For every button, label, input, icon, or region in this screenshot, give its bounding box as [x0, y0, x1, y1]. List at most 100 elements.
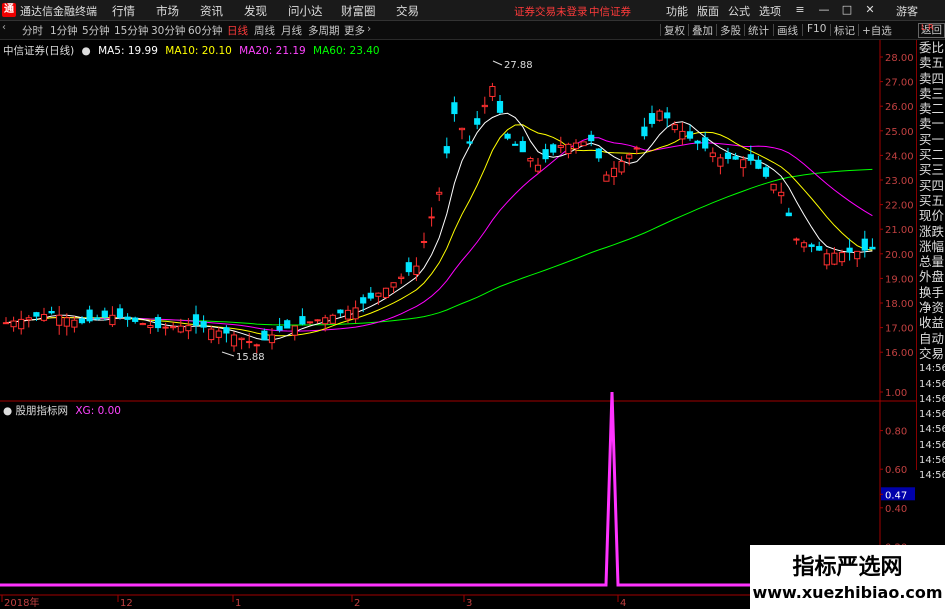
sidebar-item[interactable]: 卖四: [917, 71, 945, 86]
menu-item-market[interactable]: 市场: [156, 3, 179, 19]
price-tick-label: 18.00: [885, 299, 914, 310]
menu-item-wealth[interactable]: 财富圈: [341, 3, 376, 19]
sidebar-item[interactable]: 涨跌: [917, 224, 945, 239]
sidebar-item[interactable]: 现价: [917, 208, 945, 223]
sidebar-item[interactable]: 买五: [917, 193, 945, 208]
menu-item-trade[interactable]: 交易: [396, 3, 419, 19]
chevron-left-icon[interactable]: ‹: [2, 22, 6, 33]
period-tab-daily[interactable]: 日线: [227, 23, 248, 38]
candle-body: [808, 244, 815, 247]
sidebar-item[interactable]: 14:56: [917, 422, 945, 437]
sidebar-item[interactable]: 卖三: [917, 86, 945, 101]
candle-body: [496, 100, 504, 113]
maximize-icon[interactable]: □: [840, 3, 854, 17]
tool-statistics[interactable]: 统计: [748, 23, 769, 38]
menu-item-options[interactable]: 选项: [759, 3, 781, 19]
candle-body: [481, 104, 488, 108]
period-tab-60min[interactable]: 60分钟: [188, 23, 222, 38]
close-icon[interactable]: ✕: [863, 3, 877, 17]
guest-label[interactable]: 游客: [896, 3, 918, 19]
sidebar-item[interactable]: 涨幅: [917, 239, 945, 254]
tool-adjust[interactable]: 复权: [664, 23, 685, 38]
chevron-right-icon[interactable]: ›: [367, 23, 371, 35]
tool-mark[interactable]: 标记: [834, 23, 855, 38]
sidebar-item[interactable]: 14:56: [917, 361, 945, 376]
sidebar-item[interactable]: 收益: [917, 315, 945, 330]
menu-icon[interactable]: ≡: [793, 3, 807, 17]
tool-overlay[interactable]: 叠加: [692, 23, 713, 38]
menu-item-news[interactable]: 资讯: [200, 3, 223, 19]
period-tab-5min[interactable]: 5分钟: [82, 23, 110, 38]
menu-item-ask[interactable]: 问小达: [288, 3, 323, 19]
price-tick-label: 19.00: [885, 274, 914, 285]
menu-item-formula[interactable]: 公式: [728, 3, 750, 19]
candle-body: [344, 309, 352, 320]
kline-chart[interactable]: 28.0027.0026.0025.0024.0023.0022.0021.00…: [0, 40, 916, 609]
corner-label: L R: [921, 23, 934, 32]
sidebar-item[interactable]: 交易: [917, 346, 945, 361]
candle-body: [755, 159, 762, 169]
sidebar-item[interactable]: 14:56: [917, 453, 945, 468]
sidebar-item[interactable]: 买一: [917, 132, 945, 147]
indicator-name[interactable]: 股朋指标网: [16, 405, 69, 417]
sidebar-item[interactable]: 卖五: [917, 55, 945, 70]
sidebar-item[interactable]: 卖二: [917, 101, 945, 116]
period-tab-more[interactable]: 更多: [344, 23, 365, 38]
add-watchlist-button[interactable]: +自选: [862, 23, 892, 38]
sidebar-item[interactable]: 买二: [917, 147, 945, 162]
sidebar-item[interactable]: 自动: [917, 331, 945, 346]
sidebar-item[interactable]: 净资: [917, 300, 945, 315]
price-tick-label: 20.00: [885, 250, 914, 261]
watermark-url: www.xuezhibiao.com: [752, 583, 943, 602]
candle-body: [610, 167, 618, 178]
sidebar-item[interactable]: 14:56: [917, 468, 945, 483]
period-tab-weekly[interactable]: 周线: [254, 23, 275, 38]
period-tab-15min[interactable]: 15分钟: [114, 23, 148, 38]
sidebar-item[interactable]: 卖一: [917, 116, 945, 131]
candle-body: [451, 102, 458, 115]
high-price-pointer: [492, 60, 503, 66]
sidebar-item[interactable]: 总量: [917, 254, 945, 269]
candle-body: [709, 152, 716, 158]
candle-body: [177, 325, 184, 333]
menu-item-layout[interactable]: 版面: [697, 3, 719, 19]
candle-body: [337, 309, 344, 314]
sidebar-item[interactable]: 买三: [917, 162, 945, 177]
period-tab-monthly[interactable]: 月线: [281, 23, 302, 38]
period-tab-30min[interactable]: 30分钟: [151, 23, 185, 38]
candle-body: [10, 320, 17, 328]
sidebar-item[interactable]: 14:56: [917, 392, 945, 407]
moving-average-lines: [5, 112, 873, 341]
tool-draw-line[interactable]: 画线: [777, 23, 798, 38]
period-tab-timeshare[interactable]: 分时: [22, 23, 43, 38]
candle-body: [78, 318, 86, 324]
sidebar-item[interactable]: 换手: [917, 285, 945, 300]
login-warning[interactable]: 证券交易未登录: [514, 4, 588, 19]
tool-f10[interactable]: F10: [807, 23, 826, 35]
menu-item-function[interactable]: 功能: [666, 3, 688, 19]
minimize-icon[interactable]: —: [817, 3, 831, 17]
quote-sidebar: 委比 卖五 卖四 卖三 卖二 卖一 买一 买二 买三 买四 买五 现价 涨跌 涨幅 总量 外盘 换手 净资 收益 自动…: [916, 40, 945, 481]
sidebar-item[interactable]: 买四: [917, 178, 945, 193]
date-tick-label: 4: [620, 598, 626, 609]
settings-dot-icon[interactable]: ●: [82, 45, 91, 57]
sidebar-item[interactable]: 委比: [917, 40, 945, 55]
price-tick-label: 25.00: [885, 127, 914, 138]
price-axis: 28.00 27.00 26.00 25.00 24.00 23.00 22.00 21.00…: [221, 53, 914, 363]
candle-body: [405, 262, 412, 273]
tool-multi-stock[interactable]: 多股: [720, 23, 741, 38]
candle-body: [550, 144, 557, 153]
sidebar-item[interactable]: 14:56: [917, 438, 945, 453]
sidebar-item[interactable]: 14:56: [917, 407, 945, 422]
candle-body: [2, 322, 10, 325]
settings-dot-icon[interactable]: ●: [3, 405, 12, 417]
stock-name[interactable]: 中信证券(日线): [3, 45, 74, 57]
menu-item-quotes[interactable]: 行情: [112, 3, 135, 19]
period-tab-multi[interactable]: 多周期: [308, 23, 340, 38]
candle-body: [428, 216, 435, 219]
menu-item-discover[interactable]: 发现: [244, 3, 267, 19]
candle-body: [306, 321, 314, 324]
sidebar-item[interactable]: 14:56: [917, 377, 945, 392]
sidebar-item[interactable]: 外盘: [917, 269, 945, 284]
period-tab-1min[interactable]: 1分钟: [50, 23, 78, 38]
